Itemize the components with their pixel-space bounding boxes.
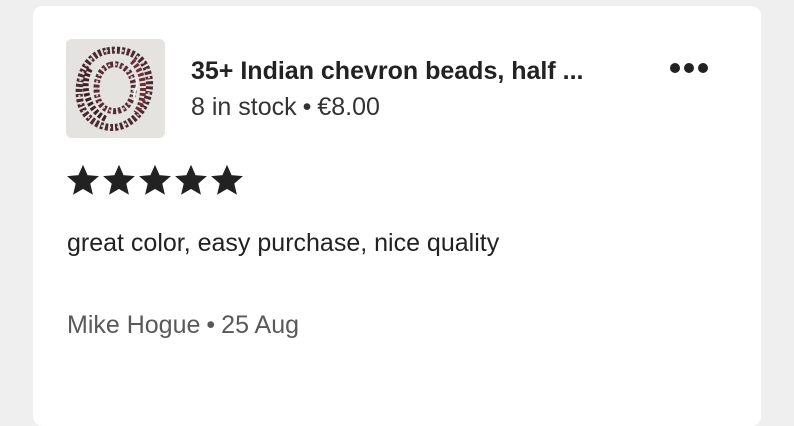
stock-count: 8 in stock bbox=[191, 93, 297, 121]
review-byline: Mike Hogue • 25 Aug bbox=[67, 310, 299, 340]
star-icon bbox=[103, 164, 135, 195]
bead-necklace-image bbox=[66, 39, 165, 138]
listing-stock-price: 8 in stock • €8.00 bbox=[191, 92, 380, 122]
star-icon bbox=[67, 164, 99, 195]
product-thumbnail[interactable] bbox=[66, 39, 165, 138]
review-card: 35+ Indian chevron beads, half ... 8 in … bbox=[33, 6, 761, 426]
reviewer-name[interactable]: Mike Hogue bbox=[67, 311, 200, 339]
more-options-icon bbox=[670, 63, 680, 73]
more-options-icon bbox=[698, 63, 708, 73]
star-rating bbox=[67, 164, 243, 196]
more-options-icon bbox=[684, 63, 694, 73]
more-options-button[interactable] bbox=[661, 50, 717, 86]
listing-title[interactable]: 35+ Indian chevron beads, half ... bbox=[191, 56, 651, 86]
star-icon bbox=[139, 164, 171, 195]
review-text: great color, easy purchase, nice quality bbox=[67, 229, 500, 257]
star-icon bbox=[175, 164, 207, 195]
review-date: 25 Aug bbox=[221, 311, 300, 339]
listing-price: €8.00 bbox=[317, 93, 380, 121]
separator-dot: • bbox=[302, 93, 312, 121]
separator-dot: • bbox=[206, 311, 216, 339]
star-icon bbox=[211, 164, 243, 195]
